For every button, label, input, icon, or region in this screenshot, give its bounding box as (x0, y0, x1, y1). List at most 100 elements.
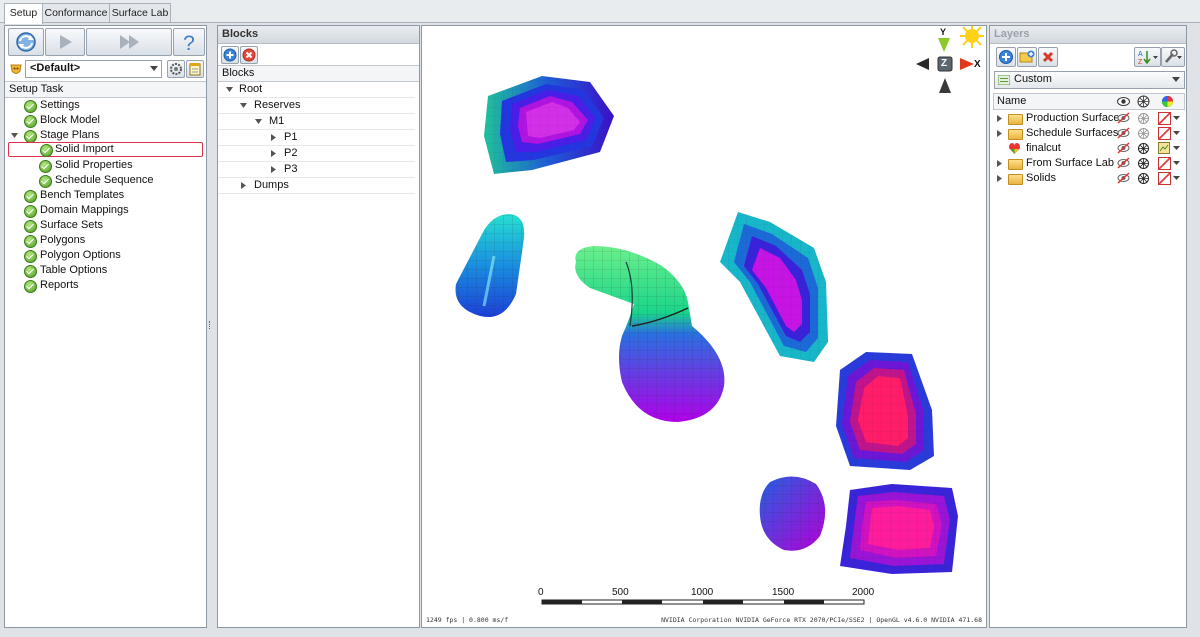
color-swatch-icon[interactable] (1158, 157, 1171, 170)
solid-g[interactable] (840, 484, 958, 574)
name-column-header[interactable]: Name (997, 95, 1026, 107)
task-block-model[interactable]: Block Model (5, 113, 205, 128)
expand-arrow-icon[interactable] (997, 130, 1003, 137)
fps-status: 1249 fps | 0.800 ms/f (426, 616, 509, 624)
expand-arrow-icon[interactable] (271, 134, 277, 141)
solid-a[interactable] (484, 76, 614, 174)
scenario-notes-button[interactable] (186, 60, 204, 78)
delete-layer-button[interactable] (1038, 47, 1058, 67)
task-settings[interactable]: Settings (5, 98, 205, 113)
chevron-down-icon[interactable] (1173, 146, 1180, 151)
tree-node-p1[interactable]: P1 (218, 130, 415, 146)
play-icon (60, 35, 72, 49)
tree-node-p2[interactable]: P2 (218, 146, 415, 162)
task-table-options[interactable]: Table Options (5, 263, 205, 278)
hidden-eye-icon[interactable] (1117, 142, 1130, 154)
color-swatch-icon[interactable] (1158, 112, 1171, 125)
expand-arrow-icon[interactable] (997, 175, 1003, 182)
hidden-eye-icon[interactable] (1117, 157, 1130, 169)
add-block-button[interactable] (221, 46, 239, 64)
task-bench-templates[interactable]: Bench Templates (5, 188, 205, 203)
scale-label-1500: 1500 (772, 587, 795, 598)
task-solid-properties[interactable]: Solid Properties (5, 158, 205, 173)
hidden-eye-icon[interactable] (1117, 127, 1130, 139)
wireframe-toggle-icon[interactable] (1137, 142, 1150, 155)
tree-node-label: P1 (284, 131, 298, 143)
3d-viewport[interactable]: Y Z X 0 500 1000 1500 2000 1249 fps | 0.… (421, 25, 987, 628)
play-button[interactable] (45, 28, 85, 56)
layer-schedule-surfaces[interactable]: Schedule Surfaces (993, 126, 1183, 141)
solid-e[interactable] (836, 352, 934, 470)
run-all-button[interactable] (86, 28, 172, 56)
task-domain-mappings[interactable]: Domain Mappings (5, 203, 205, 218)
solid-d[interactable] (720, 212, 828, 362)
add-layer-button[interactable] (996, 47, 1016, 67)
tab-setup[interactable]: Setup (4, 3, 43, 24)
refresh-button[interactable] (8, 28, 44, 56)
setup-task-tree: Settings Block Model Stage Plans Solid I… (5, 98, 206, 318)
expand-arrow-icon[interactable] (241, 182, 247, 189)
scenario-settings-button[interactable] (167, 60, 185, 78)
layer-production-surfaces[interactable]: Production Surfaces (993, 111, 1183, 126)
wireframe-toggle-icon[interactable] (1137, 112, 1150, 125)
delete-icon (1042, 51, 1054, 63)
wireframe-toggle-icon[interactable] (1137, 157, 1150, 170)
add-folder-button[interactable] (1017, 47, 1037, 67)
collapse-arrow-icon[interactable] (240, 103, 247, 109)
chevron-down-icon[interactable] (1173, 161, 1180, 166)
layer-solids[interactable]: Solids (993, 171, 1183, 186)
solid-b[interactable] (455, 214, 525, 318)
left-splitter[interactable] (207, 25, 212, 626)
collapse-arrow-icon[interactable] (226, 87, 233, 93)
sort-button[interactable]: AZ (1134, 47, 1161, 67)
tree-node-p3[interactable]: P3 (218, 162, 415, 178)
complete-check-icon (24, 205, 37, 218)
sort-az-icon: AZ (1138, 51, 1158, 66)
task-solid-import[interactable]: Solid Import (8, 142, 203, 157)
task-surface-sets[interactable]: Surface Sets (5, 218, 205, 233)
scale-label-1000: 1000 (691, 587, 714, 598)
collapse-arrow-icon[interactable] (11, 132, 18, 139)
color-swatch-icon[interactable] (1158, 127, 1171, 140)
sun-light-icon[interactable] (960, 26, 984, 48)
solid-c[interactable] (575, 246, 725, 422)
task-stage-plans[interactable]: Stage Plans (5, 128, 205, 143)
collapse-arrow-icon[interactable] (255, 119, 262, 125)
solid-f[interactable] (759, 476, 826, 551)
help-button[interactable]: ? (173, 28, 205, 56)
tab-bar: Setup Conformance Surface Lab (0, 0, 1200, 24)
blocks-panel-title: Blocks (218, 26, 419, 44)
task-schedule-sequence[interactable]: Schedule Sequence (5, 173, 205, 188)
tree-node-reserves[interactable]: Reserves (218, 98, 415, 114)
tab-surface-lab[interactable]: Surface Lab (109, 3, 171, 22)
chevron-down-icon[interactable] (1173, 116, 1180, 121)
tree-node-m1[interactable]: M1 (218, 114, 415, 130)
hidden-eye-icon[interactable] (1117, 172, 1130, 184)
tree-node-root[interactable]: Root (218, 82, 415, 98)
layer-label: Solids (1026, 172, 1056, 184)
texture-swatch-icon[interactable] (1158, 142, 1170, 154)
tab-conformance[interactable]: Conformance (42, 3, 110, 22)
color-swatch-icon[interactable] (1158, 172, 1171, 185)
expand-arrow-icon[interactable] (997, 115, 1003, 122)
chevron-down-icon[interactable] (1173, 176, 1180, 181)
expand-arrow-icon[interactable] (271, 150, 277, 157)
task-polygons[interactable]: Polygons (5, 233, 205, 248)
wireframe-toggle-icon[interactable] (1137, 172, 1150, 185)
delete-block-button[interactable] (240, 46, 258, 64)
complete-check-icon (24, 235, 37, 248)
wireframe-toggle-icon[interactable] (1137, 127, 1150, 140)
tree-node-label: Root (239, 83, 263, 95)
hidden-eye-icon[interactable] (1117, 112, 1130, 124)
expand-arrow-icon[interactable] (271, 166, 277, 173)
task-reports[interactable]: Reports (5, 278, 205, 293)
layer-from-surface-lab[interactable]: From Surface Lab (993, 156, 1183, 171)
layer-finalcut[interactable]: finalcut (993, 141, 1183, 156)
tools-button[interactable] (1161, 47, 1185, 67)
tree-node-dumps[interactable]: Dumps (218, 178, 415, 194)
scenario-dropdown[interactable]: <Default> (25, 60, 162, 78)
expand-arrow-icon[interactable] (997, 160, 1003, 167)
task-polygon-options[interactable]: Polygon Options (5, 248, 205, 263)
layer-set-dropdown[interactable]: Custom (994, 71, 1185, 89)
chevron-down-icon[interactable] (1173, 131, 1180, 136)
